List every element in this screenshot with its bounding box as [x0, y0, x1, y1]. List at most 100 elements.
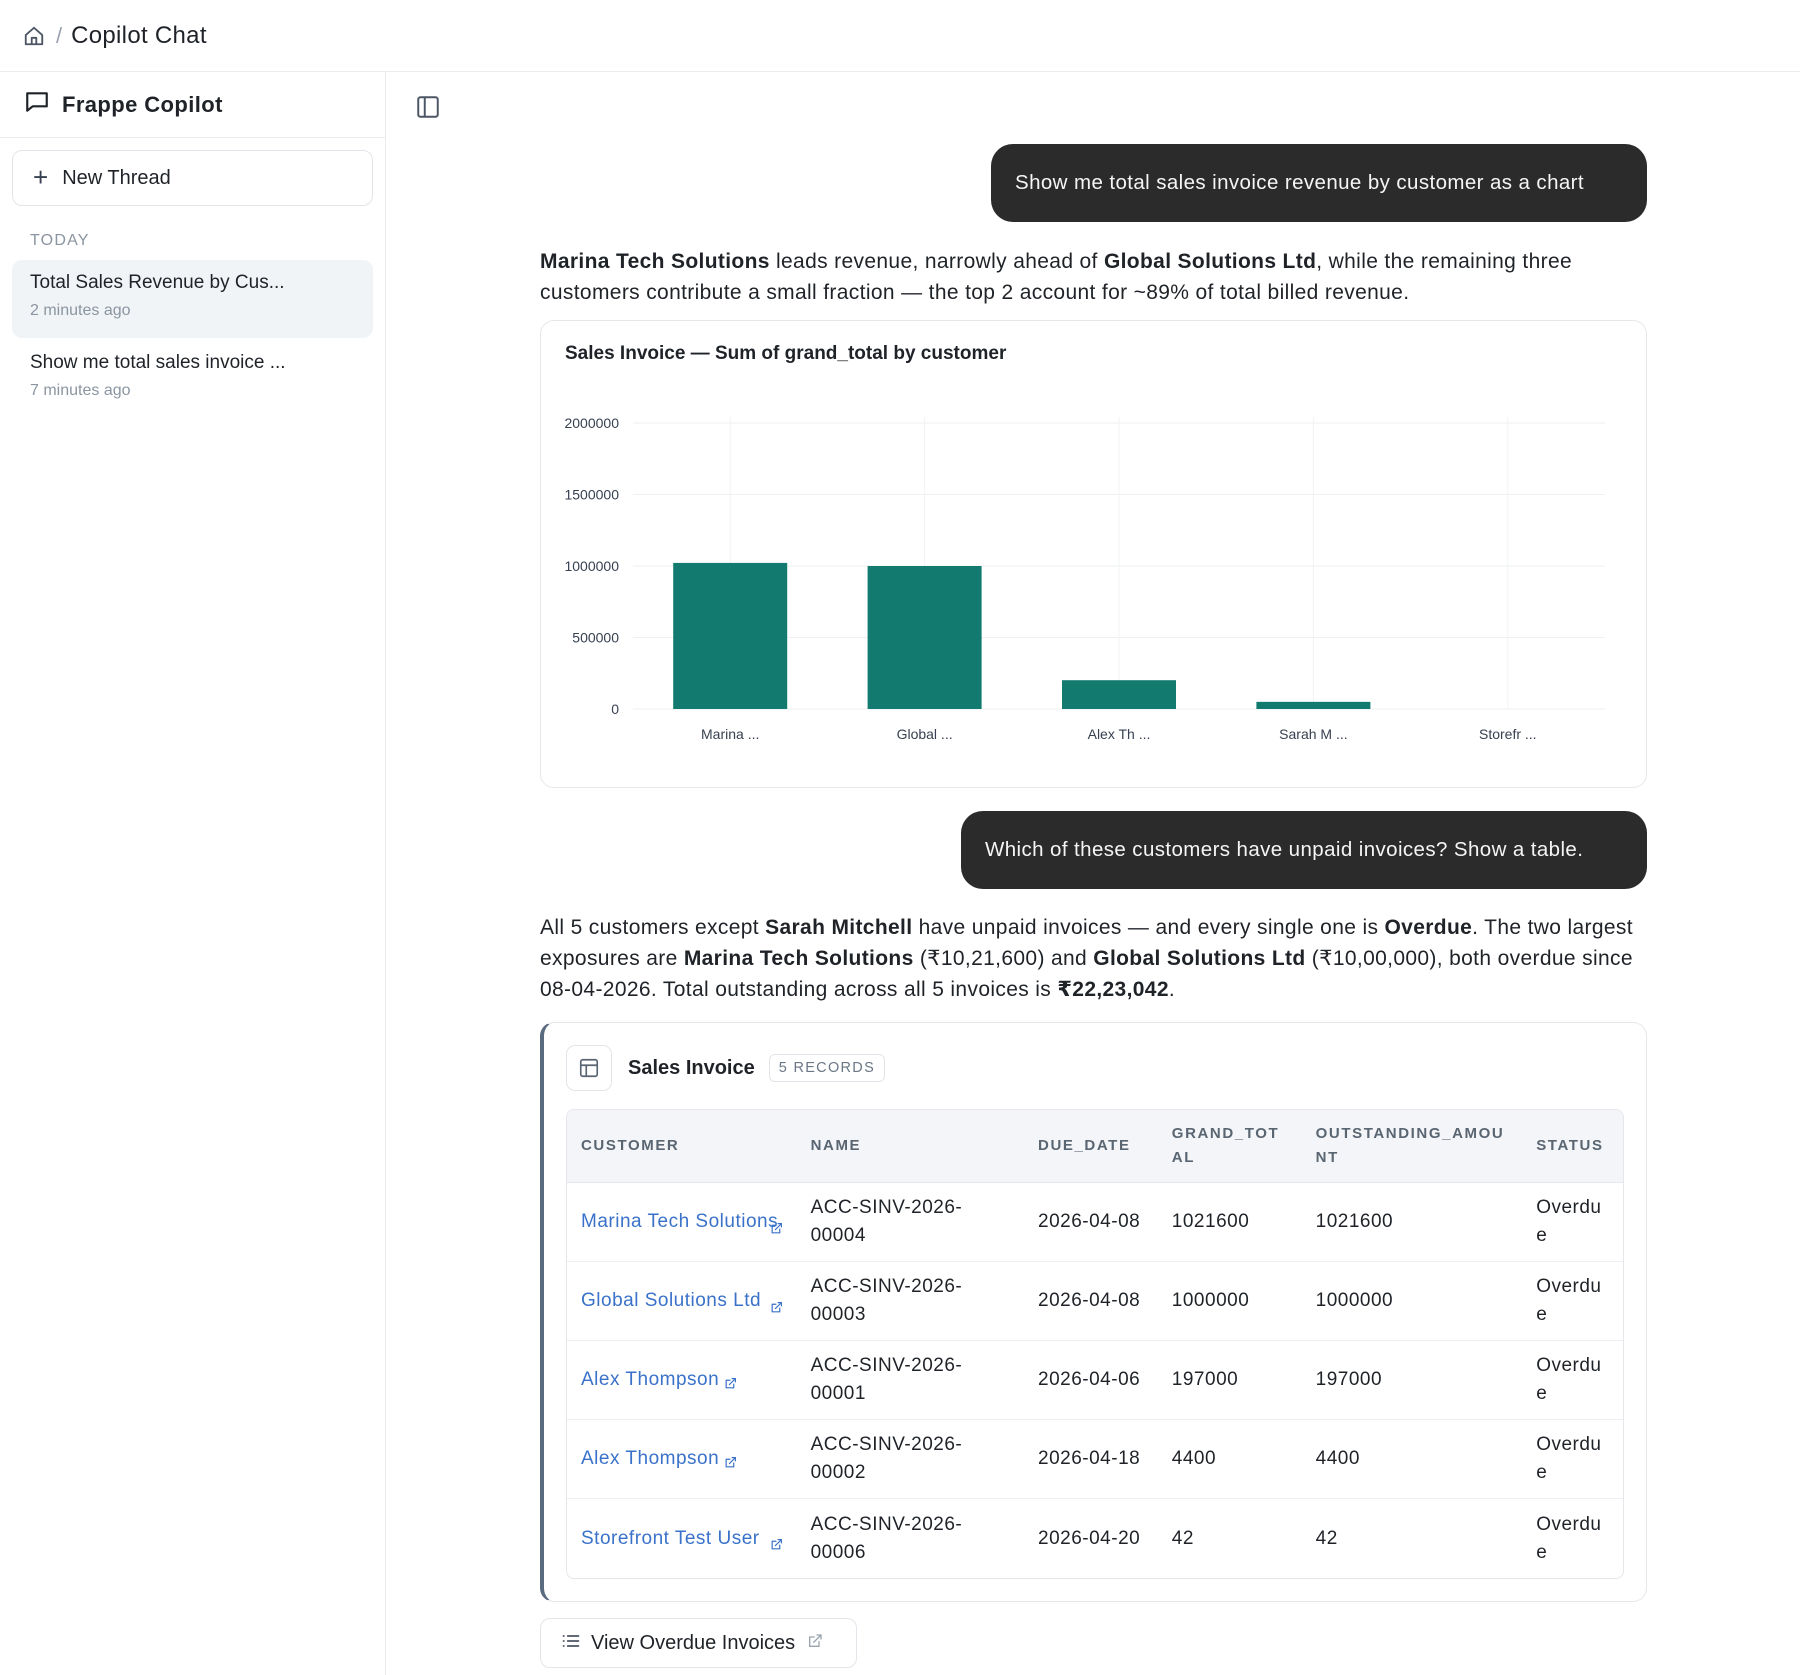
cell-due-date: 2026-04-06 [1024, 1341, 1158, 1420]
bold-text: Overdue [1384, 916, 1473, 939]
text: All 5 customers except [540, 916, 766, 939]
cell-outstanding-amount: 1021600 [1301, 1183, 1523, 1262]
customer-link[interactable]: Alex Thompson [581, 1369, 719, 1390]
bold-text: Global Solutions Ltd [1103, 250, 1317, 273]
new-thread-button[interactable]: + New Thread [12, 150, 373, 206]
bold-text: Marina Tech Solutions [683, 947, 914, 970]
x-tick-label: Alex Th ... [1088, 726, 1151, 742]
section-label-today: TODAY [30, 232, 90, 249]
cell-grand-total: 197000 [1157, 1341, 1302, 1420]
breadcrumb-separator: / [56, 22, 63, 48]
external-link-icon[interactable] [770, 1532, 783, 1550]
bar[interactable] [1256, 701, 1371, 709]
cell-due-date: 2026-04-08 [1024, 1262, 1158, 1341]
column-header[interactable]: CUSTOMER [567, 1110, 797, 1183]
cell-customer: Alex Thompson [567, 1420, 797, 1499]
bold-text: Global Solutions Ltd [1093, 947, 1306, 970]
y-tick-label: 500000 [572, 630, 619, 646]
column-header[interactable]: OUTSTANDING_AMOUNT [1301, 1110, 1523, 1183]
records-badge: 5 RECORDS [768, 1054, 886, 1082]
cell-customer: Marina Tech Solutions [567, 1183, 797, 1262]
cell-status: Overdue [1522, 1341, 1623, 1420]
x-tick-label: Storefr ... [1479, 726, 1537, 742]
chat-icon [24, 89, 50, 120]
cell-outstanding-amount: 1000000 [1301, 1262, 1523, 1341]
thread-item[interactable]: Show me total sales invoice ... 7 minute… [12, 340, 373, 418]
sidebar-panel-icon[interactable] [415, 94, 443, 122]
thread-title: Total Sales Revenue by Cus... [30, 272, 285, 293]
cell-outstanding-amount: 4400 [1301, 1420, 1523, 1499]
bar-chart: 0 500000 1000000 1500000 2000000 Marina ... Gl… [564, 415, 1605, 742]
cell-outstanding-amount: 42 [1315, 1527, 1338, 1549]
list-icon [561, 1631, 581, 1656]
y-tick-label: 1500000 [564, 487, 619, 503]
column-header[interactable]: GRAND_TOTAL [1157, 1110, 1302, 1183]
cell-due-date: 2026-04-08 [1024, 1183, 1158, 1262]
external-link-icon[interactable] [770, 1216, 783, 1234]
bar[interactable] [867, 566, 982, 709]
external-link-icon[interactable] [724, 1450, 737, 1468]
home-icon[interactable] [22, 24, 46, 48]
sidebar-brand: Frappe Copilot [62, 91, 223, 117]
y-tick-label: 0 [611, 701, 619, 717]
table-row: Alex Thompson ACC-SINV-2026-00002 2026-04-… [567, 1420, 1623, 1499]
column-header[interactable]: NAME [796, 1110, 1025, 1183]
cell-grand-total: 1021600 [1157, 1183, 1302, 1262]
user-message: Show me total sales invoice revenue by c… [991, 144, 1647, 222]
thread-title: Show me total sales invoice ... [30, 352, 286, 373]
table-row: Storefront Test User ACC-SINV-2026-00006 2… [567, 1499, 1623, 1578]
bar[interactable] [673, 562, 788, 709]
customer-link[interactable]: Alex Thompson [581, 1448, 719, 1469]
table-row: Marina Tech Solutions ACC-SINV-2026-00004… [567, 1183, 1623, 1262]
table-icon [566, 1045, 612, 1091]
new-thread-label: New Thread [62, 166, 171, 189]
cell-outstanding-amount: 197000 [1301, 1341, 1523, 1420]
x-tick-label: Marina ... [701, 726, 759, 742]
top-bar: / Copilot Chat [0, 0, 1800, 72]
external-link-icon[interactable] [724, 1371, 737, 1389]
page-title: Copilot Chat [71, 21, 207, 49]
bar[interactable] [1062, 680, 1176, 709]
cell-name: ACC-SINV-2026-00006 [810, 1513, 963, 1563]
external-link-icon[interactable] [770, 1295, 783, 1313]
sidebar: Frappe Copilot + New Thread TODAY Total … [0, 72, 386, 1675]
x-tick-label: Sarah M ... [1279, 726, 1347, 742]
external-link-icon [807, 1633, 823, 1654]
cell-name: ACC-SINV-2026-00001 [796, 1341, 1025, 1420]
user-message: Which of these customers have unpaid inv… [961, 811, 1647, 889]
chat-main: Show me total sales invoice revenue by c… [387, 72, 1800, 1675]
table-row: Alex Thompson ACC-SINV-2026-00001 2026-04-… [567, 1341, 1623, 1420]
table-card: Sales Invoice 5 RECORDS CUSTOMER NAME DU… [540, 1022, 1647, 1602]
customer-link[interactable]: Marina Tech Solutions [581, 1211, 778, 1232]
cell-status: Overdue [1522, 1183, 1623, 1262]
view-overdue-invoices-button[interactable]: View Overdue Invoices [540, 1618, 857, 1668]
cell-status: Overdue [1536, 1513, 1602, 1563]
cell-customer: Global Solutions Ltd [567, 1262, 797, 1341]
column-header[interactable]: DUE_DATE [1024, 1110, 1158, 1183]
chart-card: Sales Invoice — Sum of grand_total by cu… [540, 320, 1647, 788]
bold-text: Sarah Mitchell [765, 916, 913, 939]
customer-link[interactable]: Global Solutions Ltd [581, 1290, 761, 1311]
cell-due-date: 2026-04-20 [1038, 1527, 1141, 1549]
y-tick-label: 1000000 [564, 558, 619, 574]
column-header[interactable]: STATUS [1522, 1110, 1623, 1183]
cell-grand-total: 4400 [1157, 1420, 1302, 1499]
cell-status: Overdue [1522, 1420, 1623, 1499]
bold-text: ₹22,23,042 [1057, 978, 1169, 1001]
table-row: Global Solutions Ltd ACC-SINV-2026-00003 2… [567, 1262, 1623, 1341]
cell-grand-total: 1000000 [1157, 1262, 1302, 1341]
thread-time: 2 minutes ago [30, 302, 131, 319]
assistant-message: Marina Tech Solutions leads revenue, nar… [540, 246, 1650, 308]
plus-icon: + [33, 162, 49, 192]
sidebar-header: Frappe Copilot [0, 72, 385, 138]
cell-customer: Storefront Test User [567, 1499, 797, 1578]
customer-link[interactable]: Storefront Test User [581, 1528, 760, 1549]
thread-item[interactable]: Total Sales Revenue by Cus... 2 minutes … [12, 260, 373, 338]
text: (₹10,21,600) and [913, 947, 1094, 970]
x-tick-label: Global ... [897, 726, 953, 742]
text: have unpaid invoices — and every single … [912, 916, 1385, 939]
cell-due-date: 2026-04-18 [1024, 1420, 1158, 1499]
cell-name: ACC-SINV-2026-00002 [796, 1420, 1025, 1499]
bold-text: Marina Tech Solutions [540, 250, 770, 273]
y-tick-label: 2000000 [564, 415, 619, 431]
